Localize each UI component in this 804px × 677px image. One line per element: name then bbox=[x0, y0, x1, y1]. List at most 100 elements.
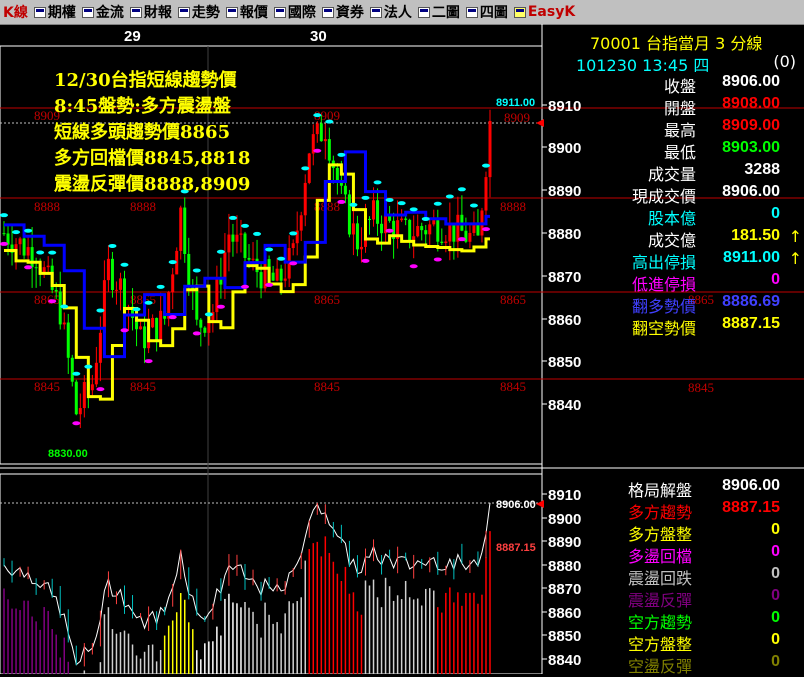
reference-label: 8845 bbox=[500, 379, 526, 394]
menu-item-2[interactable]: 金流 bbox=[79, 1, 127, 23]
menu-item-3[interactable]: 財報 bbox=[127, 1, 175, 23]
resistance-marker bbox=[421, 216, 430, 221]
candle-body bbox=[2, 233, 6, 235]
resistance-marker bbox=[301, 166, 310, 171]
candle-body bbox=[151, 317, 155, 328]
support-marker bbox=[72, 421, 81, 426]
support-marker bbox=[240, 284, 249, 289]
menu-item-label: 財報 bbox=[143, 5, 172, 21]
menu-item-label: 報價 bbox=[239, 5, 268, 21]
candle-body bbox=[239, 233, 243, 235]
candle-body bbox=[114, 289, 118, 291]
resistance-marker bbox=[325, 119, 334, 124]
candle-body bbox=[452, 223, 456, 242]
resistance-marker bbox=[216, 249, 225, 254]
up-arrow-icon: ↑ bbox=[788, 227, 802, 246]
menu-item-9[interactable]: 二圖 bbox=[415, 1, 463, 23]
resistance-marker bbox=[156, 284, 165, 289]
resistance-marker bbox=[12, 230, 21, 235]
menu-item-1[interactable]: 期權 bbox=[31, 1, 79, 23]
quote-label: 多方趨勢 bbox=[627, 503, 692, 522]
resistance-marker bbox=[445, 194, 454, 199]
menu-item-7[interactable]: 資券 bbox=[319, 1, 367, 23]
reference-label: 8865 bbox=[500, 292, 526, 307]
reference-label: 8845 bbox=[34, 379, 60, 394]
menu-bar: K線 期權 金流 財報 走勢 報價 國際 資券 法人 二圖 四圖 EasyK bbox=[0, 0, 804, 25]
candle-body bbox=[143, 326, 147, 349]
date-label: 29 bbox=[124, 28, 141, 45]
resistance-marker bbox=[108, 243, 117, 248]
menu-item-0[interactable]: K線 bbox=[0, 1, 31, 23]
quote-label: 低進停損 bbox=[631, 275, 696, 294]
quote-value: 3288 bbox=[744, 161, 780, 178]
window-icon bbox=[369, 6, 382, 18]
reference-label: 8888 bbox=[500, 199, 526, 214]
candle-body bbox=[58, 291, 62, 325]
y-tick-label: 8880 bbox=[548, 558, 581, 575]
candle-body bbox=[303, 182, 307, 216]
resistance-marker bbox=[0, 213, 8, 218]
y-tick-label: 8900 bbox=[548, 140, 581, 157]
candle-body bbox=[428, 224, 432, 235]
menu-item-11[interactable]: EasyK bbox=[511, 1, 578, 23]
menu-item-6[interactable]: 國際 bbox=[271, 1, 319, 23]
candle-body bbox=[74, 381, 78, 415]
candle-body bbox=[436, 220, 440, 242]
reference-label: 8888 bbox=[130, 199, 156, 214]
candle-body bbox=[195, 290, 199, 320]
candle-body bbox=[372, 200, 376, 220]
quote-value: 0 bbox=[771, 271, 780, 288]
reference-label: 8888 bbox=[34, 199, 60, 214]
quote-count: (0) bbox=[773, 52, 796, 71]
candle-body bbox=[424, 230, 428, 235]
quote-value: 8906.00 bbox=[722, 73, 780, 90]
candle-body bbox=[456, 214, 460, 242]
resistance-marker bbox=[84, 364, 93, 369]
y-tick-label: 8910 bbox=[548, 487, 581, 504]
reference-label: 8865 bbox=[314, 292, 340, 307]
reference-label: 8845 bbox=[688, 380, 714, 395]
candle-body bbox=[18, 238, 22, 245]
resistance-marker bbox=[265, 247, 274, 252]
candle-body bbox=[472, 224, 476, 233]
support-marker bbox=[216, 304, 225, 309]
window-icon bbox=[321, 6, 334, 18]
resistance-marker bbox=[168, 260, 177, 265]
menu-item-5[interactable]: 報價 bbox=[223, 1, 271, 23]
resistance-marker bbox=[289, 231, 298, 236]
menu-item-10[interactable]: 四圖 bbox=[463, 1, 511, 23]
high-tag: 8911.00 bbox=[496, 97, 535, 109]
quote-label: 空方趨勢 bbox=[627, 613, 692, 632]
candle-body bbox=[203, 327, 207, 333]
resistance-marker bbox=[469, 203, 478, 208]
candle-body bbox=[347, 194, 351, 235]
candle-body bbox=[110, 258, 114, 290]
quote-value: 8911.00 bbox=[723, 249, 780, 266]
quote-value: 8906.00 bbox=[722, 183, 780, 200]
candle-body bbox=[66, 322, 70, 358]
candle-body bbox=[159, 310, 163, 340]
candle-body bbox=[420, 226, 424, 231]
resistance-marker bbox=[120, 262, 129, 267]
resistance-marker bbox=[277, 256, 286, 261]
support-marker bbox=[265, 282, 274, 287]
candle-body bbox=[243, 233, 247, 258]
menu-item-8[interactable]: 法人 bbox=[367, 1, 415, 23]
candle-body bbox=[283, 278, 287, 281]
menu-item-label: EasyK bbox=[527, 4, 576, 20]
low-tag: 8830.00 bbox=[48, 448, 88, 460]
window-icon bbox=[225, 6, 238, 18]
menu-item-label: 資券 bbox=[335, 5, 364, 21]
support-marker bbox=[0, 241, 8, 246]
candle-body bbox=[118, 278, 122, 290]
quote-value: 181.50 bbox=[731, 227, 780, 244]
candle-body bbox=[179, 207, 183, 251]
quote-value: 0 bbox=[771, 205, 780, 222]
annotation-line: 8:45盤勢:多方震盪盤 bbox=[54, 96, 231, 117]
quote-value: 0 bbox=[771, 587, 780, 604]
candle-body bbox=[78, 408, 82, 415]
candle-body bbox=[319, 123, 323, 142]
menu-item-label: 法人 bbox=[383, 5, 412, 21]
menu-item-4[interactable]: 走勢 bbox=[175, 1, 223, 23]
support-marker bbox=[433, 257, 442, 262]
